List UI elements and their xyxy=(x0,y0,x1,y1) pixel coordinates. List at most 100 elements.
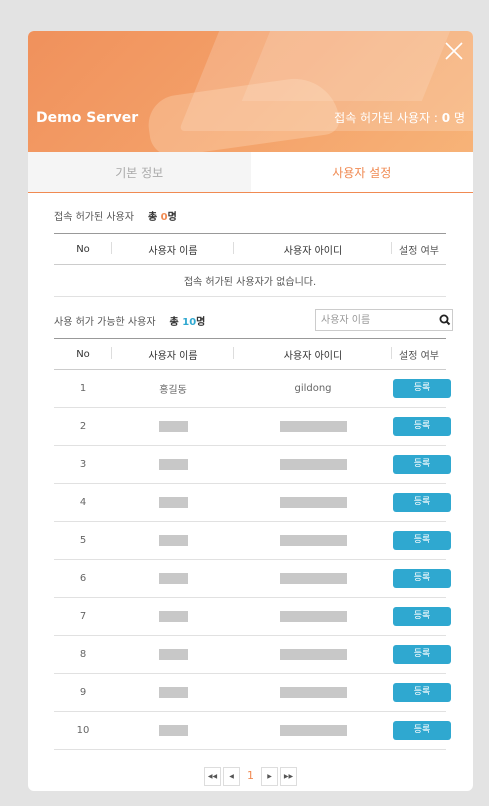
available-users-table: No 사용자 이름 사용자 아이디 설정 여부 1 홍길동 gildong 등록… xyxy=(54,338,451,750)
user-id xyxy=(234,483,392,522)
row-number: 7 xyxy=(54,597,112,636)
column-header: No xyxy=(54,233,112,265)
column-header: 사용자 이름 xyxy=(112,233,234,265)
action-cell: 등록 xyxy=(392,711,451,750)
page-number-current[interactable]: 1 xyxy=(242,767,259,784)
header-background-hands xyxy=(144,73,342,152)
total-count: 총 0명 xyxy=(148,208,177,223)
register-button[interactable]: 등록 xyxy=(393,721,451,740)
row-number: 6 xyxy=(54,559,112,598)
allowed-user-count: 접속 허가된 사용자 : 0 명 xyxy=(334,109,465,126)
first-page-button[interactable]: ◀◀ xyxy=(204,767,221,786)
user-id xyxy=(234,597,392,636)
search-icon[interactable] xyxy=(438,313,452,327)
redacted-name xyxy=(158,534,188,546)
tab-basic-info[interactable]: 기본 정보 xyxy=(28,152,251,192)
tab-bar: 기본 정보 사용자 설정 xyxy=(28,152,473,193)
column-header: 사용자 아이디 xyxy=(234,338,392,370)
action-cell: 등록 xyxy=(392,369,451,408)
table-row: 5 등록 xyxy=(54,521,451,560)
row-number: 3 xyxy=(54,445,112,484)
redacted-name xyxy=(158,496,188,508)
next-page-button[interactable]: ▶ xyxy=(261,767,278,786)
user-name xyxy=(112,597,234,636)
prev-page-button[interactable]: ◀ xyxy=(223,767,240,786)
table-row: 7 등록 xyxy=(54,597,451,636)
tab-user-settings[interactable]: 사용자 설정 xyxy=(250,152,473,192)
column-header: 설정 여부 xyxy=(392,233,446,265)
table-row: 4 등록 xyxy=(54,483,451,522)
search-input[interactable] xyxy=(316,311,438,329)
table-row: 3 등록 xyxy=(54,445,451,484)
server-name: Demo Server xyxy=(36,110,139,126)
column-header: 사용자 이름 xyxy=(112,338,234,370)
redacted-name xyxy=(158,686,188,698)
allowed-users-header: 접속 허가된 사용자 총 0명 xyxy=(28,197,473,233)
allowed-users-table: No 사용자 이름 사용자 아이디 설정 여부 접속 허가된 사용자가 없습니다… xyxy=(54,233,446,297)
total-number: 0 xyxy=(160,211,168,223)
user-id xyxy=(234,559,392,598)
user-settings-modal: Demo Server 접속 허가된 사용자 : 0 명 기본 정보 사용자 설… xyxy=(28,31,473,791)
redacted-name xyxy=(158,724,188,736)
user-id xyxy=(234,673,392,712)
modal-header: Demo Server 접속 허가된 사용자 : 0 명 xyxy=(28,31,473,152)
total-unit: 명 xyxy=(167,211,177,223)
user-name xyxy=(112,521,234,560)
register-button[interactable]: 등록 xyxy=(393,607,451,626)
allowed-count-label: 접속 허가된 사용자 : xyxy=(334,111,442,125)
table-row: 8 등록 xyxy=(54,635,451,674)
column-header: 설정 여부 xyxy=(392,338,446,370)
redacted-name xyxy=(158,458,188,470)
user-id xyxy=(234,521,392,560)
row-number: 1 xyxy=(54,369,112,408)
user-id xyxy=(234,711,392,750)
action-cell: 등록 xyxy=(392,597,451,636)
register-button[interactable]: 등록 xyxy=(393,569,451,588)
row-number: 9 xyxy=(54,673,112,712)
user-name xyxy=(112,635,234,674)
table-row: 6 등록 xyxy=(54,559,451,598)
action-cell: 등록 xyxy=(392,407,451,446)
empty-message: 접속 허가된 사용자가 없습니다. xyxy=(54,264,446,297)
user-name xyxy=(112,711,234,750)
redacted-id xyxy=(279,610,347,622)
total-number: 10 xyxy=(182,316,197,328)
register-button[interactable]: 등록 xyxy=(393,417,451,436)
row-number: 5 xyxy=(54,521,112,560)
user-name xyxy=(112,673,234,712)
column-header: 사용자 아이디 xyxy=(234,233,392,265)
register-button[interactable]: 등록 xyxy=(393,645,451,664)
register-button[interactable]: 등록 xyxy=(393,455,451,474)
redacted-id xyxy=(279,458,347,470)
row-number: 10 xyxy=(54,711,112,750)
action-cell: 등록 xyxy=(392,445,451,484)
row-number: 8 xyxy=(54,635,112,674)
section-title: 사용 허가 가능한 사용자 xyxy=(54,316,156,328)
section-title: 접속 허가된 사용자 xyxy=(54,211,134,223)
user-id xyxy=(234,445,392,484)
redacted-name xyxy=(158,648,188,660)
table-row: 10 등록 xyxy=(54,711,451,750)
table-row: 9 등록 xyxy=(54,673,451,712)
register-button[interactable]: 등록 xyxy=(393,493,451,512)
table-row: 1 홍길동 gildong 등록 xyxy=(54,369,451,408)
available-users-header: 사용 허가 가능한 사용자 총 10명 xyxy=(28,302,473,338)
redacted-name xyxy=(158,572,188,584)
total-count: 총 10명 xyxy=(170,313,206,328)
redacted-name xyxy=(158,420,188,432)
last-page-button[interactable]: ▶▶ xyxy=(280,767,297,786)
total-unit: 명 xyxy=(196,316,206,328)
redacted-id xyxy=(279,686,347,698)
total-prefix: 총 xyxy=(147,211,161,223)
register-button[interactable]: 등록 xyxy=(393,379,451,398)
register-button[interactable]: 등록 xyxy=(393,531,451,550)
search-box xyxy=(315,309,453,331)
close-icon[interactable] xyxy=(443,40,465,62)
user-id xyxy=(234,407,392,446)
action-cell: 등록 xyxy=(392,635,451,674)
redacted-id xyxy=(279,420,347,432)
row-number: 4 xyxy=(54,483,112,522)
redacted-name xyxy=(158,610,188,622)
action-cell: 등록 xyxy=(392,521,451,560)
register-button[interactable]: 등록 xyxy=(393,683,451,702)
